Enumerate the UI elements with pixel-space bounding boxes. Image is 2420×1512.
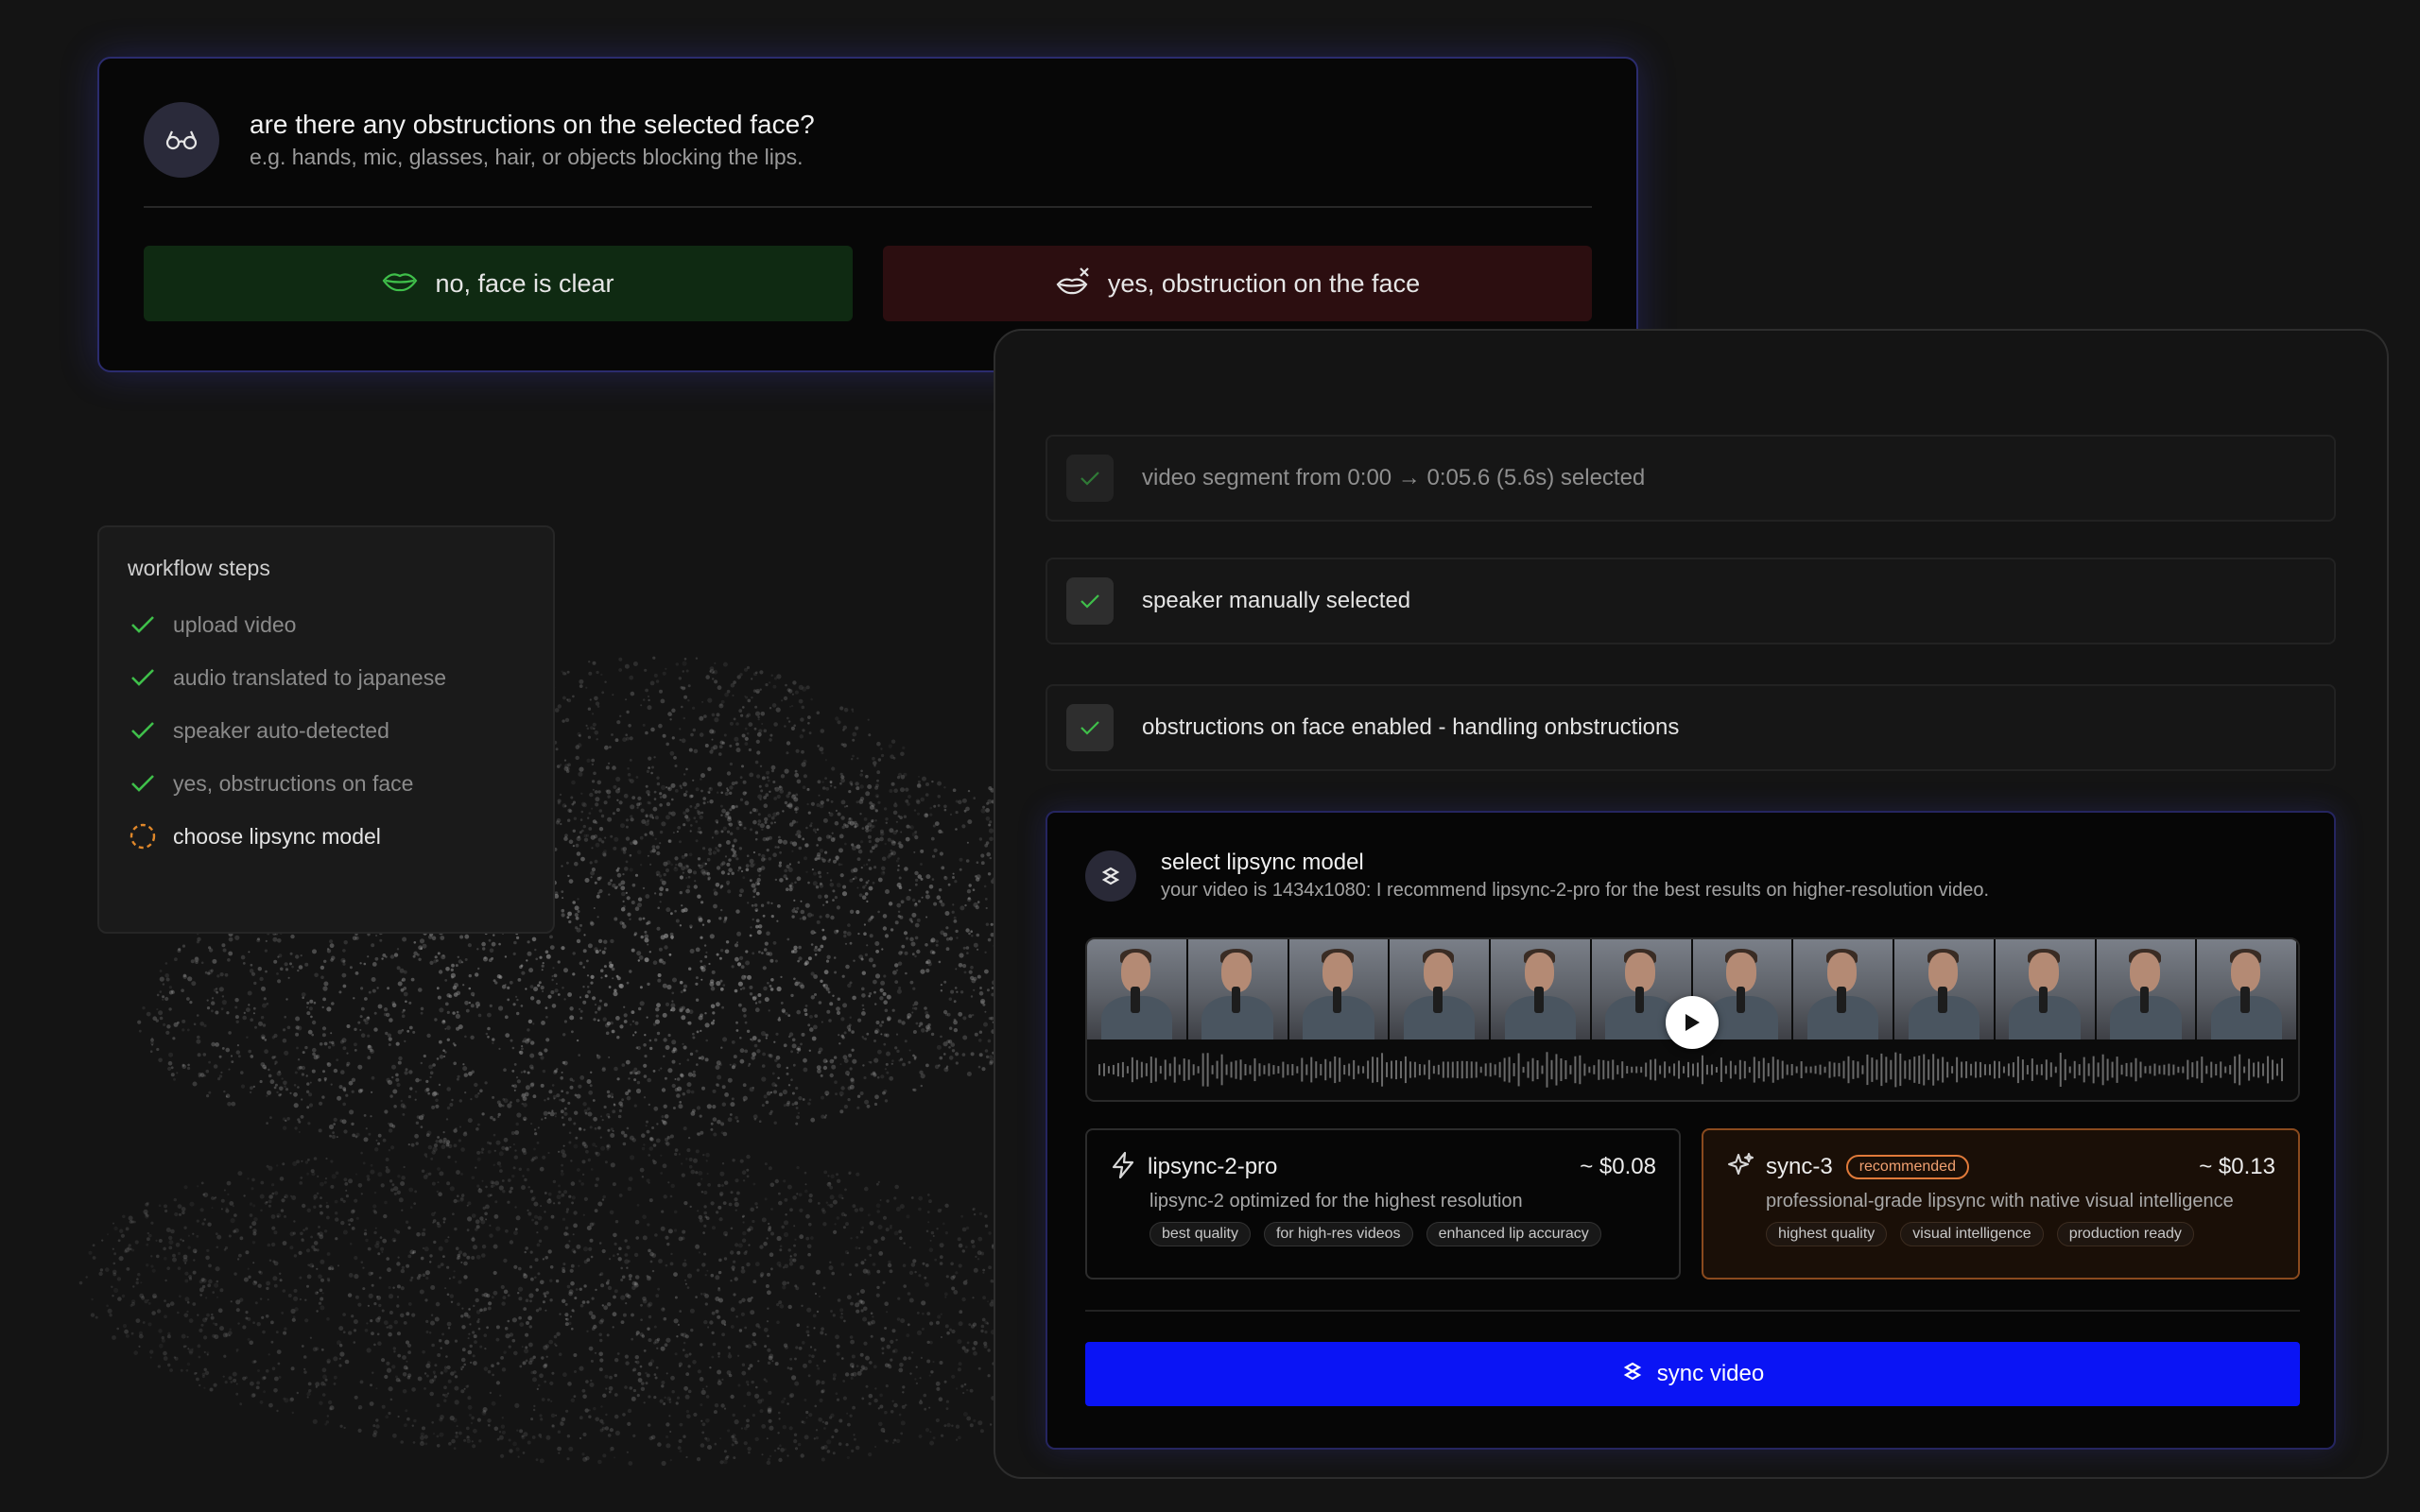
model-option-sync-3[interactable]: sync-3 recommended ~ $0.13 professional-… [1702,1128,2300,1280]
checkmark-icon [128,768,158,799]
checkmark-icon [128,610,158,640]
face-obstruction-button[interactable]: yes, obstruction on the face [883,246,1592,321]
model-select-title: select lipsync model [1161,850,1364,875]
checkmark-icon [128,715,158,746]
workflow-step: audio translated to japanese [128,651,525,704]
model-price: ~ $0.08 [1580,1154,1656,1179]
workflow-title: workflow steps [128,556,270,580]
video-frame-thumbnail [1187,939,1289,1040]
status-item-segment: video segment from 0:00 → 0:05.6 (5.6s) … [1046,435,2336,522]
model-tag: best quality [1150,1222,1251,1246]
video-preview-timeline[interactable] [1085,937,2300,1102]
model-tag: production ready [2056,1222,2194,1246]
workflow-steps-panel: workflow steps upload video audio transl… [97,525,555,934]
lipsync-main-panel: video segment from 0:00 → 0:05.6 (5.6s) … [994,329,2389,1479]
model-description: lipsync-2 optimized for the highest reso… [1150,1191,1523,1211]
model-tag: for high-res videos [1263,1222,1413,1246]
sync-logo-icon [1621,1360,1644,1389]
video-frame-thumbnail [1491,939,1592,1040]
divider [144,206,1592,208]
play-icon [1685,1014,1700,1031]
sparkle-icon [1726,1151,1754,1184]
face-clear-label: no, face is clear [435,268,614,298]
obstruction-question: are there any obstructions on the select… [250,110,815,139]
status-item-obstructions: obstructions on face enabled - handling … [1046,684,2336,771]
video-frame-thumbnail [1995,939,2097,1040]
workflow-step-label: upload video [173,611,297,637]
status-item-speaker: speaker manually selected [1046,558,2336,644]
status-item-label: speaker manually selected [1142,588,1411,613]
workflow-step: speaker auto-detected [128,704,525,757]
video-frame-thumbnail [2197,939,2298,1040]
workflow-step-label: yes, obstructions on face [173,770,414,796]
lightning-icon [1110,1151,1136,1184]
video-frame-thumbnail [2096,939,2198,1040]
status-item-label: obstructions on face enabled - handling … [1142,714,1680,740]
checkmark-icon [1066,455,1114,502]
video-frame-thumbnail [1793,939,1894,1040]
model-select-card: select lipsync model your video is 1434x… [1046,811,2336,1450]
obstruction-prompt-header: are there any obstructions on the select… [144,102,1592,178]
model-price: ~ $0.13 [2199,1154,2275,1179]
video-frame-thumbnail [1288,939,1391,1040]
face-clear-button[interactable]: no, face is clear [144,246,853,321]
model-tag: enhanced lip accuracy [1426,1222,1601,1246]
model-name: lipsync-2-pro [1148,1154,1278,1179]
model-option-lipsync-2-pro[interactable]: lipsync-2-pro ~ $0.08 lipsync-2 optimize… [1085,1128,1681,1280]
checkmark-icon [128,662,158,693]
video-frame-thumbnail [1087,939,1188,1040]
recommended-badge: recommended [1845,1155,1969,1179]
obstruction-prompt-card: are there any obstructions on the select… [97,57,1638,372]
obstruction-hint: e.g. hands, mic, glasses, hair, or objec… [250,145,804,169]
model-tag: visual intelligence [1900,1222,2044,1246]
workflow-step-label: audio translated to japanese [173,664,446,690]
status-item-label: video segment from 0:00 → 0:05.6 (5.6s) … [1142,465,1646,490]
pending-circle-icon [128,821,158,851]
workflow-step-current: choose lipsync model [128,810,525,863]
sync-logo-icon [1085,850,1136,902]
sync-video-button[interactable]: sync video [1085,1342,2300,1406]
checkmark-icon [1066,704,1114,751]
lips-icon [382,269,418,299]
divider [1085,1310,2300,1312]
video-frame-thumbnail [1894,939,1996,1040]
video-frame-thumbnail [1390,939,1491,1040]
model-tag: highest quality [1766,1222,1888,1246]
face-obstruction-label: yes, obstruction on the face [1107,268,1421,298]
play-button[interactable] [1666,996,1719,1049]
checkmark-icon [1066,577,1114,625]
glasses-icon [144,102,219,178]
sync-video-label: sync video [1656,1361,1765,1386]
model-recommendation: your video is 1434x1080: I recommend lip… [1161,880,1990,901]
lips-obstructed-icon [1055,266,1091,302]
workflow-step-label: choose lipsync model [173,823,381,849]
workflow-step: yes, obstructions on face [128,757,525,810]
workflow-step-label: speaker auto-detected [173,717,389,743]
model-name: sync-3 [1766,1154,1833,1179]
workflow-step: upload video [128,598,525,651]
model-description: professional-grade lipsync with native v… [1766,1191,2234,1211]
